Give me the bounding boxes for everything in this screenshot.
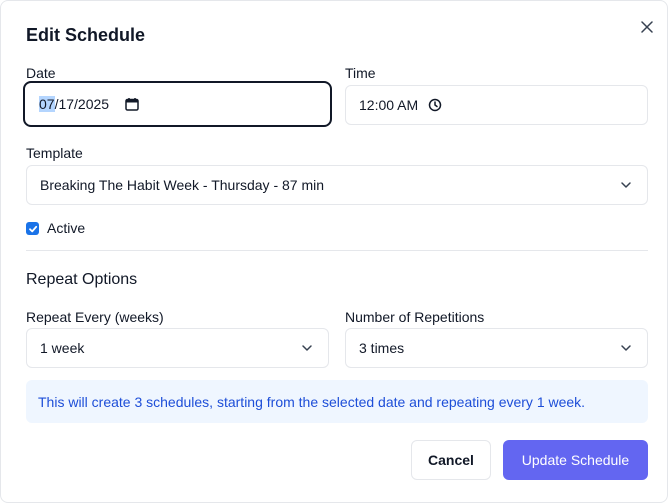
check-icon — [28, 225, 37, 232]
dialog-title: Edit Schedule — [26, 25, 146, 45]
update-schedule-button[interactable]: Update Schedule — [503, 440, 648, 480]
cancel-button[interactable]: Cancel — [411, 440, 491, 480]
repetitions-selected: 3 times — [359, 340, 405, 356]
active-checkbox[interactable] — [26, 222, 39, 235]
repeat-every-label: Repeat Every (weeks) — [26, 309, 164, 325]
repetitions-select[interactable]: 3 times — [345, 328, 648, 368]
active-label[interactable]: Active — [47, 220, 85, 236]
repetitions-label: Number of Repetitions — [345, 309, 485, 325]
close-button[interactable] — [637, 17, 657, 37]
date-month-segment[interactable]: 07 — [39, 96, 55, 112]
time-label: Time — [345, 65, 376, 81]
repeat-every-select[interactable]: 1 week — [26, 328, 329, 368]
repeat-info-text: This will create 3 schedules, starting f… — [38, 393, 586, 410]
edit-schedule-dialog: Edit Schedule Date 07/17/2025 Time 12:00… — [0, 0, 668, 503]
date-input[interactable]: 07/17/2025 — [23, 81, 332, 127]
clock-icon[interactable] — [428, 98, 442, 112]
repeat-info-message: This will create 3 schedules, starting f… — [26, 380, 648, 423]
chevron-down-icon — [621, 345, 631, 351]
date-label: Date — [26, 65, 56, 81]
calendar-icon[interactable] — [125, 97, 139, 111]
template-select[interactable]: Breaking The Habit Week - Thursday - 87 … — [26, 165, 648, 205]
close-icon — [641, 21, 653, 33]
repeat-options-heading: Repeat Options — [26, 271, 138, 288]
chevron-down-icon — [621, 182, 631, 188]
template-label: Template — [26, 145, 83, 161]
time-input[interactable]: 12:00 AM — [345, 85, 648, 125]
divider — [26, 250, 648, 251]
date-rest-segment: /17/2025 — [54, 96, 110, 112]
repeat-every-selected: 1 week — [40, 340, 85, 356]
time-value: 12:00 AM — [359, 97, 419, 113]
template-selected: Breaking The Habit Week - Thursday - 87 … — [40, 177, 325, 193]
chevron-down-icon — [302, 345, 312, 351]
